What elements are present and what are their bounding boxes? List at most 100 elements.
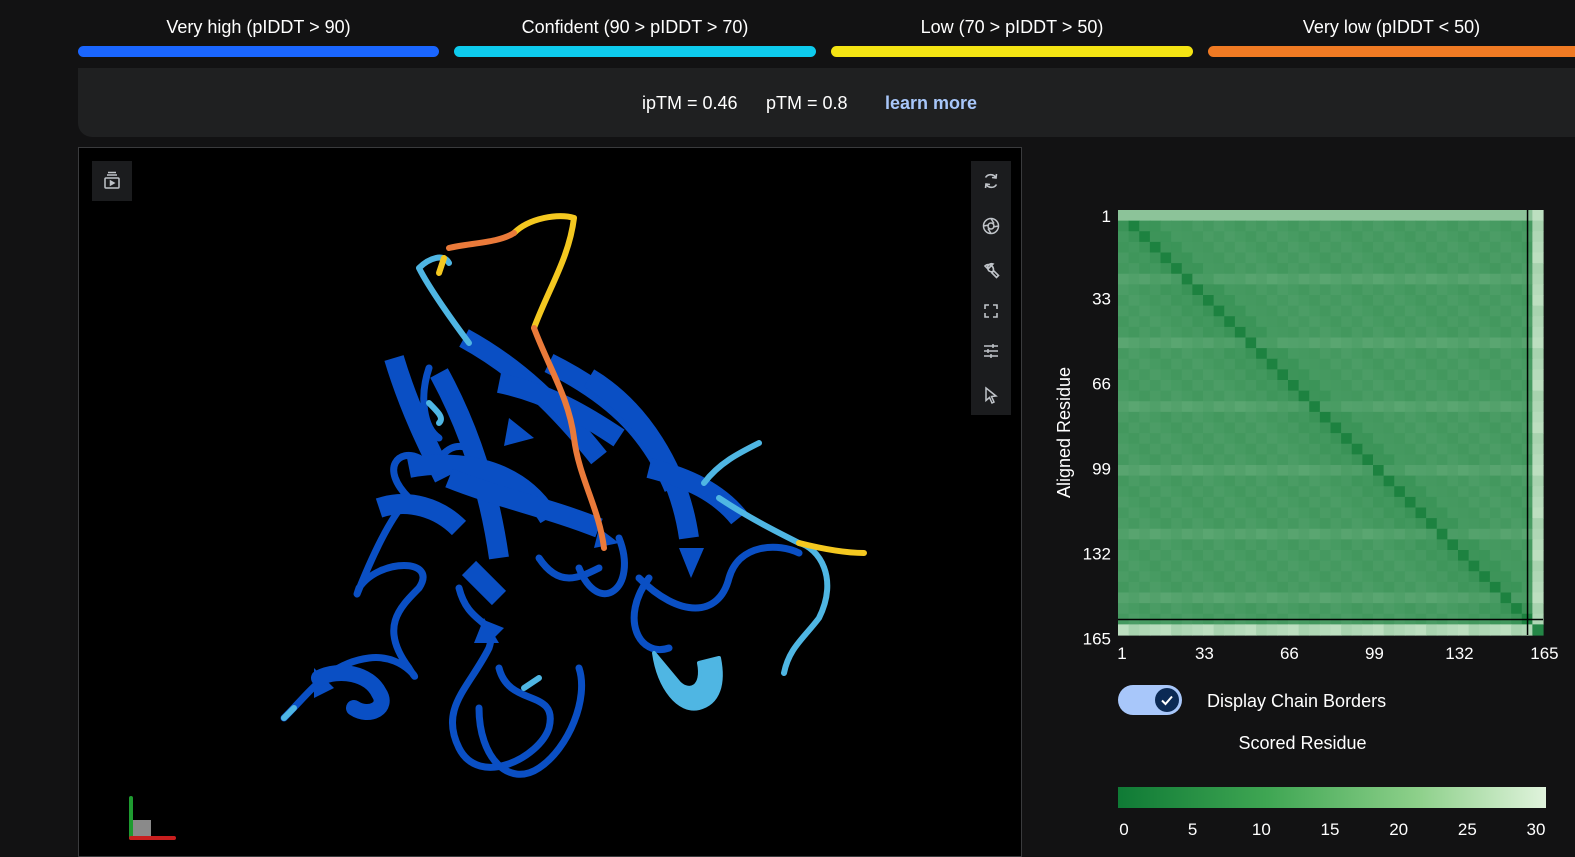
heatmap-cell — [1277, 454, 1289, 466]
structure-viewer[interactable] — [78, 147, 1022, 857]
heatmap-cell — [1245, 401, 1257, 413]
heatmap-cell — [1447, 518, 1459, 530]
heatmap-cell — [1171, 252, 1183, 264]
heatmap-cell — [1319, 390, 1332, 402]
heatmap-cell — [1436, 507, 1448, 519]
heatmap-cell — [1128, 443, 1140, 455]
heatmap-cell — [1139, 518, 1151, 530]
chain-borders-toggle[interactable] — [1118, 685, 1182, 715]
heatmap-cell — [1447, 326, 1459, 339]
heatmap-cell — [1373, 560, 1385, 572]
heatmap-cell — [1458, 528, 1470, 540]
heatmap-cell — [1203, 496, 1215, 509]
heatmap-cell — [1468, 624, 1480, 636]
heatmap-cell — [1171, 348, 1183, 360]
heatmap-cell — [1149, 220, 1162, 232]
heatmap-cell — [1330, 571, 1342, 583]
heatmap-cell — [1298, 390, 1310, 402]
heatmap-cell — [1118, 337, 1130, 349]
heatmap-cell — [1288, 496, 1300, 509]
heatmap-cell — [1341, 411, 1353, 424]
heatmap-cell — [1288, 560, 1300, 572]
heatmap-cell — [1171, 295, 1183, 307]
heatmap-cell — [1277, 486, 1289, 498]
heatmap-cell — [1181, 241, 1193, 254]
heatmap-cell — [1118, 518, 1130, 530]
heatmap-cell — [1489, 284, 1502, 296]
heatmap-cell — [1160, 571, 1172, 583]
pae-heatmap-chart[interactable]: 13366991321651 33 66 99 132 165Aligned Residu… — [1030, 150, 1575, 670]
heatmap-cell — [1468, 475, 1480, 487]
heatmap-cell — [1213, 443, 1225, 455]
heatmap-cell — [1181, 603, 1193, 615]
heatmap-cell — [1426, 273, 1438, 285]
heatmap-cell — [1139, 486, 1151, 498]
heatmap-cell — [1128, 358, 1140, 370]
heatmap-cell — [1500, 528, 1512, 540]
heatmap-cell — [1160, 539, 1172, 551]
heatmap-cell — [1426, 220, 1438, 232]
heatmap-cell — [1309, 380, 1321, 392]
heatmap-cell — [1415, 603, 1427, 615]
heatmap-cell — [1436, 475, 1448, 487]
heatmap-cell — [1532, 337, 1544, 349]
heatmap-cell — [1288, 581, 1300, 594]
heatmap-cell — [1277, 528, 1289, 540]
heatmap-cell — [1351, 358, 1363, 370]
heatmap-cell — [1128, 369, 1140, 381]
heatmap-cell — [1383, 295, 1395, 307]
heatmap-cell — [1160, 422, 1172, 434]
heatmap-cell — [1181, 380, 1193, 392]
heatmap-cell — [1426, 401, 1438, 413]
learn-more-link[interactable]: learn more — [885, 93, 977, 114]
heatmap-cell — [1298, 550, 1310, 562]
protein-structure[interactable] — [79, 148, 1021, 856]
heatmap-cell — [1383, 273, 1395, 285]
heatmap-cell — [1489, 369, 1502, 381]
heatmap-cell — [1511, 433, 1523, 445]
heatmap-cell — [1489, 454, 1502, 466]
heatmap-cell — [1511, 496, 1523, 509]
heatmap-cell — [1192, 518, 1204, 530]
heatmap-cell — [1309, 571, 1321, 583]
heatmap-cell — [1224, 496, 1236, 509]
heatmap-cell — [1383, 369, 1395, 381]
heatmap-cell — [1489, 380, 1502, 392]
heatmap-cell — [1118, 263, 1130, 275]
heatmap-cell — [1256, 454, 1268, 466]
heatmap-cell — [1468, 411, 1480, 424]
heatmap-cell — [1149, 380, 1162, 392]
heatmap-cell — [1511, 581, 1523, 594]
heatmap-cell — [1192, 390, 1204, 402]
heatmap-cell — [1489, 231, 1502, 243]
heatmap-cell — [1415, 273, 1427, 285]
x-tick-label: 132 — [1445, 644, 1473, 663]
heatmap-cell — [1341, 518, 1353, 530]
heatmap-cell — [1468, 337, 1480, 349]
x-axis-label: Scored Residue — [1238, 733, 1367, 753]
heatmap-cell — [1426, 369, 1438, 381]
heatmap-cell — [1213, 422, 1225, 434]
heatmap-cell — [1362, 390, 1374, 402]
heatmap-cell — [1511, 231, 1523, 243]
heatmap-cell — [1351, 454, 1363, 466]
heatmap-cell — [1394, 358, 1406, 370]
heatmap-cell — [1213, 263, 1225, 275]
heatmap-cell — [1224, 220, 1236, 232]
heatmap-cell — [1404, 475, 1417, 487]
heatmap-cell — [1383, 443, 1395, 455]
heatmap-cell — [1149, 422, 1162, 434]
heatmap-cell — [1160, 486, 1172, 498]
heatmap-cell — [1213, 560, 1225, 572]
heatmap-cell — [1234, 273, 1247, 285]
heatmap-cell — [1351, 592, 1363, 604]
heatmap-cell — [1447, 241, 1459, 254]
heatmap-cell — [1362, 454, 1374, 466]
heatmap-cell — [1511, 348, 1523, 360]
heatmap-cell — [1118, 380, 1130, 392]
heatmap-cell — [1426, 624, 1438, 636]
heatmap-cell — [1203, 518, 1215, 530]
heatmap-cell — [1458, 518, 1470, 530]
heatmap-cell — [1489, 475, 1502, 487]
heatmap-cell — [1404, 231, 1417, 243]
